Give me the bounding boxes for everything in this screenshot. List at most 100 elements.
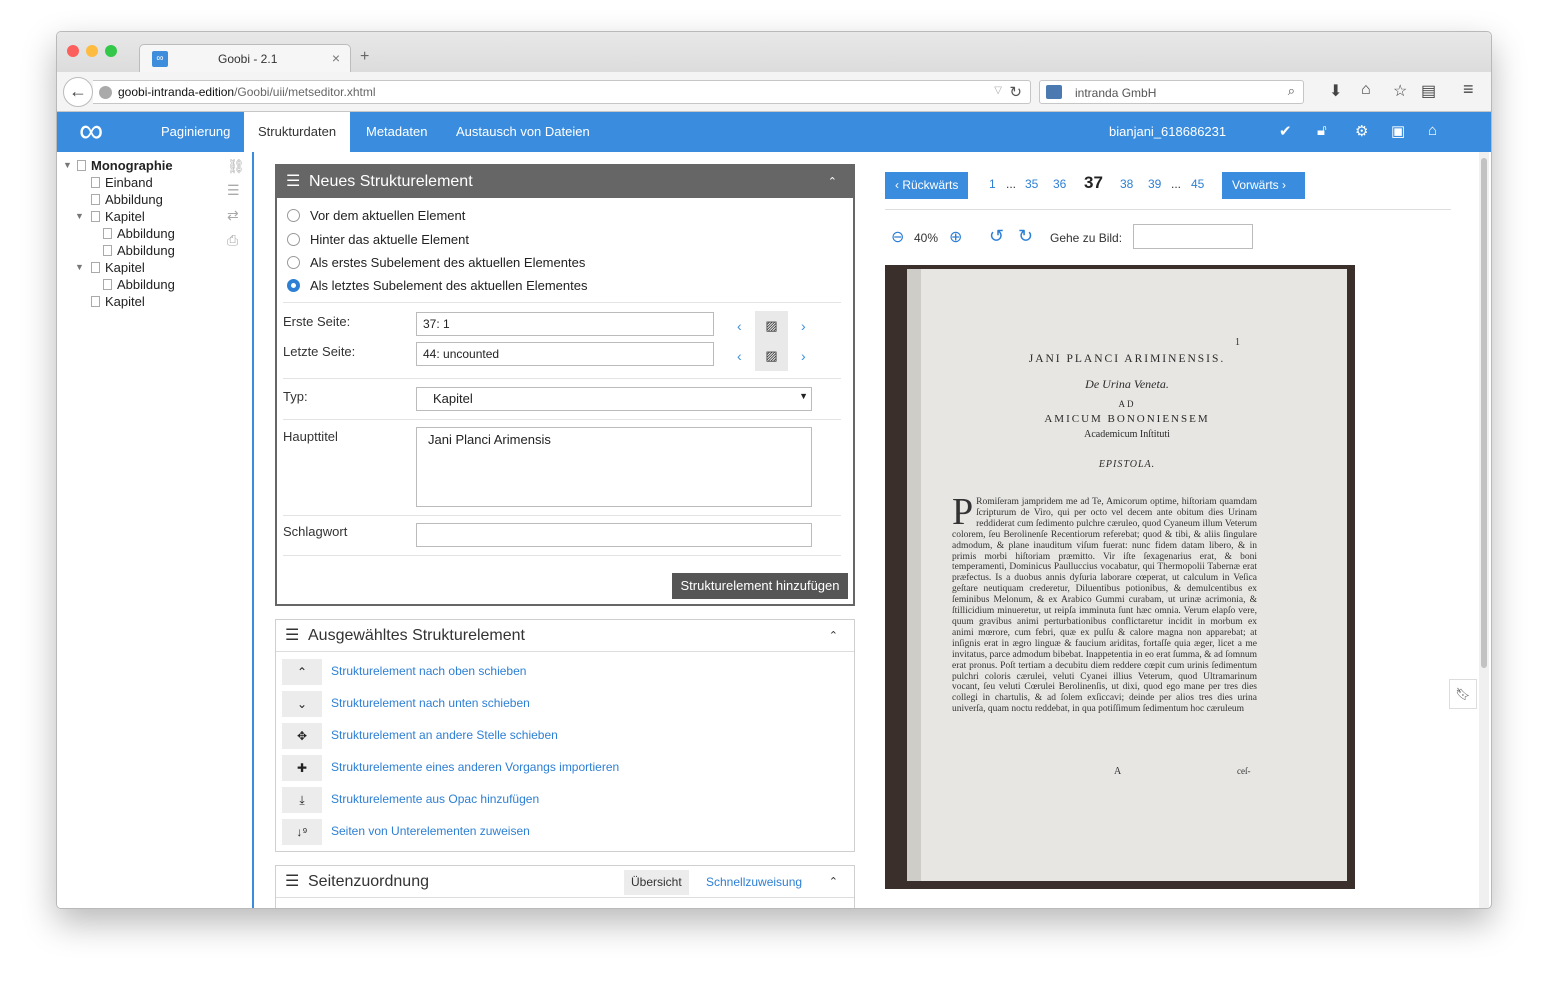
page-link[interactable]: 38 (1120, 177, 1133, 191)
page-link[interactable]: 39 (1148, 177, 1161, 191)
page-link[interactable]: 45 (1191, 177, 1204, 191)
move-up-link[interactable]: Strukturelement nach oben schieben (331, 664, 526, 678)
save-icon[interactable]: ▣ (1391, 122, 1405, 140)
nav-paginierung[interactable]: Paginierung (147, 112, 244, 152)
scanned-page: 1 JANI PLANCI ARIMINENSIS. De Urina Vene… (907, 269, 1347, 881)
assign-subelement-pages-link[interactable]: Seiten von Unterelementen zuweisen (331, 824, 530, 838)
panel-header[interactable]: ☰ Ausgewähltes Strukturelement ⌃ (276, 620, 854, 652)
maintitle-textarea[interactable]: Jani Planci Arimensis (416, 427, 812, 507)
check-icon[interactable]: ✔ (1279, 122, 1292, 140)
first-page-field[interactable]: 37: 1 (416, 312, 714, 336)
maximize-window-button[interactable] (105, 45, 117, 57)
page-scrollbar[interactable] (1479, 152, 1489, 908)
browser-tab[interactable]: ∞ Goobi - 2.1 × (139, 44, 351, 73)
swap-icon[interactable]: ⇄ (227, 207, 239, 224)
collapse-icon[interactable]: ⌃ (829, 866, 838, 898)
import-from-process-link[interactable]: Strukturelemente eines anderen Vorgangs … (331, 760, 619, 774)
tab-quick-assignment[interactable]: Schnellzuweisung (706, 866, 802, 898)
reading-list-icon[interactable]: ▤ (1421, 81, 1436, 101)
url-dropdown-icon[interactable]: ▽ (994, 85, 1002, 96)
bookmark-icon[interactable]: 🔖︎ (1449, 679, 1477, 709)
page-scan-image[interactable]: 1 JANI PLANCI ARIMINENSIS. De Urina Vene… (885, 265, 1355, 889)
reload-icon[interactable]: ↻ (1009, 83, 1022, 101)
page-link[interactable]: 36 (1053, 177, 1066, 191)
radio-after-current[interactable]: Hinter das aktuelle Element (287, 232, 469, 247)
nav-austausch-von-dateien[interactable]: Austausch von Dateien (442, 112, 604, 152)
browser-tab-bar: ∞ Goobi - 2.1 × + (57, 32, 1491, 73)
rotate-right-icon[interactable]: ↻ (1018, 226, 1033, 247)
close-window-button[interactable] (67, 45, 79, 57)
tree-item-kapitel[interactable]: ▼ Kapitel (75, 209, 145, 224)
radio-first-subelement[interactable]: Als erstes Subelement des aktuellen Elem… (287, 255, 585, 270)
radio-last-subelement[interactable]: Als letztes Subelement des aktuellen Ele… (287, 278, 588, 293)
next-page-button[interactable]: Vorwärts › (1222, 172, 1305, 199)
goto-image-field[interactable] (1133, 224, 1253, 249)
first-page-prev-icon[interactable]: ‹ (737, 318, 742, 334)
image-icon[interactable]: ▨ (755, 341, 788, 371)
tree-item-monographie[interactable]: ▼ Monographie (63, 158, 173, 173)
tree-item-abbildung[interactable]: Abbildung (103, 243, 175, 258)
search-icon[interactable]: ⌕ (1288, 83, 1295, 99)
list-icon[interactable]: ☰ (227, 182, 240, 199)
panel-header[interactable]: ☰ Neues Strukturelement ⌃ (277, 166, 853, 198)
download-icon[interactable]: ⬇ (1329, 81, 1342, 101)
last-page-field[interactable]: 44: uncounted (416, 342, 714, 366)
scan-epistola: EPISTOLA. (1098, 459, 1156, 470)
home-app-icon[interactable]: ⌂ (1428, 122, 1437, 139)
move-down-link[interactable]: Strukturelement nach unten schieben (331, 696, 530, 710)
rotate-left-icon[interactable]: ↺ (989, 226, 1004, 247)
ellipsis: ... (1171, 177, 1182, 191)
tree-item-kapitel[interactable]: ▼ Kapitel (75, 260, 145, 275)
download-icon[interactable]: ⤓ (282, 787, 322, 813)
address-bar[interactable]: goobi-intranda-edition/Goobi/uii/metsedi… (93, 80, 1031, 104)
gear-icon[interactable]: ⚙ (1355, 122, 1368, 140)
page-link[interactable]: 1 (989, 177, 996, 191)
type-select[interactable]: Kapitel ▼ (416, 387, 812, 411)
new-tab-button[interactable]: + (360, 48, 369, 66)
tree-item-einband[interactable]: Einband (91, 175, 153, 190)
zoom-in-icon[interactable]: ⊕ (949, 227, 962, 247)
move-elsewhere-link[interactable]: Strukturelement an andere Stelle schiebe… (331, 728, 558, 742)
tree-item-abbildung[interactable]: Abbildung (91, 192, 163, 207)
last-page-next-icon[interactable]: › (801, 348, 806, 364)
add-structure-element-button[interactable]: Strukturelement hinzufügen (672, 573, 848, 599)
tree-item-abbildung[interactable]: Abbildung (103, 277, 175, 292)
first-page-next-icon[interactable]: › (801, 318, 806, 334)
collapse-icon[interactable]: ⌃ (828, 166, 837, 198)
chevron-up-icon[interactable]: ⌃ (282, 659, 322, 685)
tree-item-kapitel[interactable]: Kapitel (91, 294, 145, 309)
hamburger-menu-icon[interactable]: ≡ (1463, 79, 1474, 100)
tab-overview[interactable]: Übersicht (624, 870, 689, 895)
current-page: 37 (1084, 173, 1103, 192)
nav-metadaten[interactable]: Metadaten (352, 112, 441, 152)
keyword-field[interactable] (416, 523, 812, 547)
zoom-out-icon[interactable]: ⊖ (891, 227, 904, 247)
unlink-icon[interactable]: ⛓ (227, 158, 245, 175)
puzzle-icon[interactable]: ✚ (282, 755, 322, 781)
unlock-icon[interactable]: 🔓︎ (1317, 122, 1327, 139)
search-engine-icon[interactable] (1046, 85, 1062, 99)
sort-numeric-icon[interactable]: ↓⁹ (282, 819, 322, 845)
image-icon[interactable]: ▨ (755, 311, 788, 341)
home-icon[interactable]: ⌂ (1361, 81, 1371, 99)
collapse-icon[interactable]: ⌃ (829, 620, 838, 652)
search-box[interactable]: intranda GmbH ⌕ (1039, 80, 1304, 104)
add-from-opac-link[interactable]: Strukturelemente aus Opac hinzufügen (331, 792, 539, 806)
tree-item-abbildung[interactable]: Abbildung (103, 226, 175, 241)
last-page-prev-icon[interactable]: ‹ (737, 348, 742, 364)
back-button[interactable]: ← (63, 77, 93, 107)
close-tab-icon[interactable]: × (332, 50, 340, 66)
selected-structure-element-panel: ☰ Ausgewähltes Strukturelement ⌃ ⌃ Struk… (275, 619, 855, 852)
radio-before-current[interactable]: Vor dem aktuellen Element (287, 208, 465, 223)
bookmark-star-icon[interactable]: ☆ (1393, 81, 1407, 101)
goobi-logo-icon[interactable]: ∞ (79, 114, 103, 148)
keyword-label: Schlagwort (283, 524, 348, 539)
nav-strukturdaten[interactable]: Strukturdaten (244, 112, 350, 152)
minimize-window-button[interactable] (86, 45, 98, 57)
prev-page-button[interactable]: ‹ Rückwärts (885, 172, 969, 199)
chevron-down-icon[interactable]: ⌄ (282, 691, 322, 717)
move-icon[interactable]: ✥ (282, 723, 322, 749)
page-link[interactable]: 35 (1025, 177, 1038, 191)
panel-header[interactable]: ☰ Seitenzuordnung Übersicht Schnellzuwei… (276, 866, 854, 898)
print-icon[interactable]: ⎙ (227, 232, 238, 249)
